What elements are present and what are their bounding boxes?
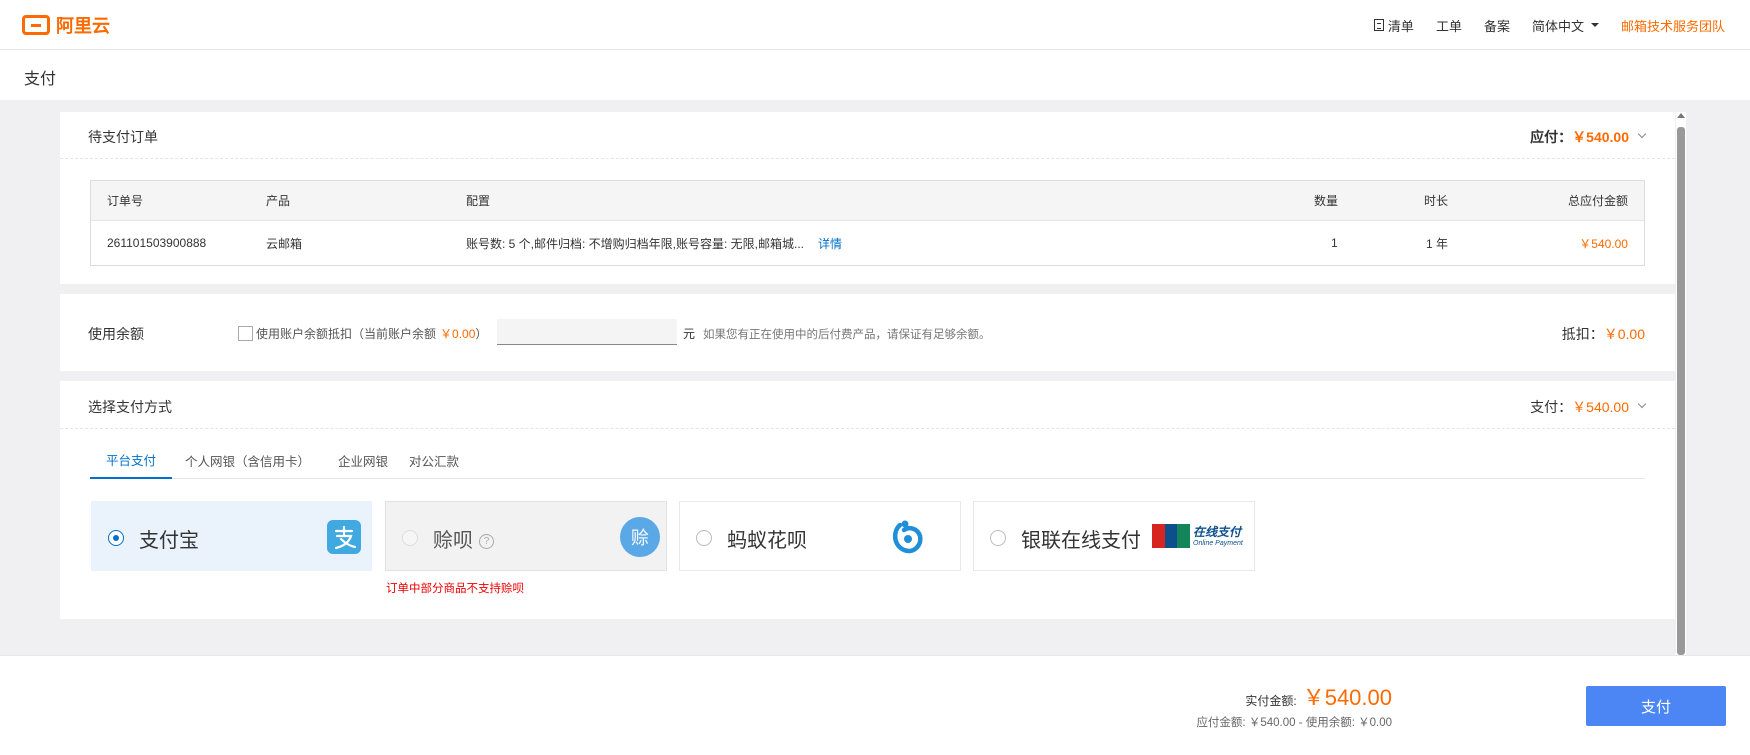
order-table: 订单号 产品 配置 数量 时长 总应付金额 261101503900888 云邮… — [90, 180, 1645, 266]
balance-checkbox-row: 使用账户余额抵扣（当前账户余额 ￥0.00 ） — [238, 325, 487, 342]
col-config: 配置 — [466, 194, 491, 208]
pay-label: 支付： — [1530, 399, 1573, 415]
pay-option-shebei: 赊呗? 赊 — [385, 501, 667, 571]
document-icon — [1373, 19, 1384, 31]
balance-card: 使用余额 使用账户余额抵扣（当前账户余额 ￥0.00 ） 元 如果您有正在使用中… — [60, 294, 1675, 371]
nav-cart-link[interactable]: 清单 — [1373, 16, 1414, 35]
pay-amount: ￥540.00 — [1572, 399, 1629, 415]
quantity-value: 1 — [1331, 236, 1338, 250]
tab-platform-pay[interactable]: 平台支付 — [90, 441, 173, 479]
scrollbar-thumb[interactable] — [1677, 127, 1685, 655]
use-balance-checkbox[interactable] — [238, 326, 253, 341]
balance-amount-input[interactable] — [497, 319, 677, 345]
paren: ） — [475, 327, 488, 341]
duration-value: 1 年 — [1426, 236, 1449, 251]
payment-method-title: 选择支付方式 — [88, 399, 172, 415]
amount-breakdown: 应付金额: ￥540.00 - 使用余额: ￥0.00 — [1196, 717, 1392, 729]
payment-tabs: 平台支付 个人网银（含信用卡） 企业网银 对公汇款 — [90, 441, 1645, 479]
config-summary: 账号数: 5 个,邮件归档: 不增购归档年限,账号容量: 无限,邮箱城... — [466, 236, 805, 251]
alipay-icon — [327, 520, 361, 554]
brand-name: 阿里云 — [56, 16, 110, 36]
tab-wire-transfer[interactable]: 对公汇款 — [393, 441, 475, 479]
order-id: 261101503900888 — [107, 236, 207, 250]
page-header: 支付 — [0, 50, 1750, 100]
deduct-amount: ￥0.00 — [1603, 326, 1645, 342]
col-quantity: 数量 — [1314, 194, 1339, 208]
current-balance: ￥0.00 — [440, 327, 476, 341]
unionpay-logo-en: Online Payment — [1193, 539, 1243, 547]
use-balance-label: 使用账户余额抵扣（当前账户余额 — [256, 327, 437, 341]
order-table-header: 订单号 产品 配置 数量 时长 总应付金额 — [91, 181, 1644, 221]
table-row: 261101503900888 云邮箱 账号数: 5 个,邮件归档: 不增购归档… — [91, 221, 1644, 265]
nav-ticket-link[interactable]: 工单 — [1436, 16, 1462, 35]
pay-option-alipay[interactable]: 支付宝 — [91, 501, 372, 571]
divider — [60, 428, 1675, 429]
pay-button[interactable]: 支付 — [1586, 686, 1726, 726]
nav-cart-label: 清单 — [1387, 18, 1414, 34]
details-link[interactable]: 详情 — [818, 221, 842, 265]
unionpay-icon: 在线支付 Online Payment — [1152, 523, 1246, 549]
due-amount: ￥540.00 — [1572, 129, 1629, 145]
unionpay-logo-mark — [1152, 524, 1191, 548]
pay-summary[interactable]: 支付： ￥540.00 — [1530, 397, 1647, 417]
divider — [60, 158, 1675, 159]
pending-order-title: 待支付订单 — [88, 129, 158, 145]
unionpay-label: 银联在线支付 — [1021, 530, 1141, 552]
deduct-label: 抵扣： — [1561, 326, 1604, 342]
shebei-label-wrap: 赊呗? — [433, 524, 494, 553]
huabei-label: 蚂蚁花呗 — [727, 530, 807, 552]
page-title: 支付 — [24, 71, 57, 88]
language-dropdown[interactable]: 简体中文 — [1532, 16, 1599, 35]
account-team-link[interactable]: 邮箱技术服务团队 — [1621, 16, 1725, 35]
deduct-summary: 抵扣： ￥0.00 — [1562, 324, 1645, 344]
actual-amount-label: 实付金额: — [1245, 694, 1297, 708]
nav-ticket-label: 工单 — [1435, 18, 1462, 34]
shebei-radio — [402, 530, 418, 546]
pending-order-card: 待支付订单 应付： ￥540.00 订单号 产品 配置 数量 时长 总应付金额 … — [60, 112, 1675, 284]
scroll-up-arrow-icon[interactable] — [1677, 113, 1685, 118]
product-name: 云邮箱 — [266, 236, 303, 251]
tab-enterprise-bank[interactable]: 企业网银 — [322, 441, 404, 479]
huabei-radio[interactable] — [696, 530, 712, 546]
col-duration: 时长 — [1424, 194, 1449, 208]
shebei-label: 赊呗 — [433, 530, 473, 552]
alipay-label: 支付宝 — [139, 530, 199, 552]
pay-option-huabei[interactable]: 蚂蚁花呗 — [679, 501, 961, 571]
huabei-icon — [890, 519, 924, 555]
unionpay-radio[interactable] — [990, 530, 1006, 546]
aliyun-logo-icon — [22, 15, 50, 35]
top-nav-links: 清单 工单 备案 简体中文 邮箱技术服务团队 — [1373, 0, 1750, 50]
help-icon[interactable]: ? — [479, 534, 494, 550]
unionpay-logo-cn: 在线支付 — [1193, 524, 1242, 539]
top-navbar: 阿里云 清单 工单 备案 简体中文 邮箱技术服务团队 — [0, 0, 1750, 50]
actual-amount-value: ￥540.00 — [1302, 685, 1392, 710]
actual-amount-row: 实付金额: ￥540.00 — [1245, 680, 1392, 712]
total-value: ￥540.00 — [1579, 236, 1628, 251]
unionpay-logo-text: 在线支付 Online Payment — [1193, 526, 1243, 547]
account-team-label: 邮箱技术服务团队 — [1620, 18, 1725, 34]
chevron-down-icon — [1590, 23, 1599, 27]
pay-option-unionpay[interactable]: 银联在线支付 在线支付 Online Payment — [973, 501, 1255, 571]
col-order-id: 订单号 — [107, 194, 144, 208]
tab-personal-bank[interactable]: 个人网银（含信用卡） — [169, 441, 326, 479]
payment-method-card: 选择支付方式 支付： ￥540.00 平台支付 个人网银（含信用卡） 企业网银 … — [60, 381, 1675, 619]
chevron-down-icon — [1637, 399, 1647, 409]
checkout-footer: 实付金额: ￥540.00 应付金额: ￥540.00 - 使用余额: ￥0.0… — [0, 655, 1750, 755]
col-product: 产品 — [266, 194, 291, 208]
shebei-warning: 订单中部分商品不支持赊呗 — [386, 583, 524, 595]
alipay-radio[interactable] — [108, 530, 124, 546]
balance-hint: 如果您有正在使用中的后付费产品，请保证有足够余额。 — [703, 329, 991, 341]
due-label: 应付： — [1530, 129, 1573, 145]
chevron-down-icon — [1637, 129, 1647, 139]
balance-title: 使用余额 — [88, 326, 144, 342]
aliyun-logo[interactable]: 阿里云 — [22, 12, 110, 38]
language-label: 简体中文 — [1531, 18, 1584, 34]
nav-filing-link[interactable]: 备案 — [1484, 16, 1510, 35]
shebei-icon: 赊 — [620, 517, 660, 557]
col-total: 总应付金额 — [1567, 194, 1628, 208]
nav-filing-label: 备案 — [1483, 18, 1510, 34]
balance-unit: 元 — [683, 327, 696, 341]
order-due-summary[interactable]: 应付： ￥540.00 — [1530, 127, 1647, 147]
